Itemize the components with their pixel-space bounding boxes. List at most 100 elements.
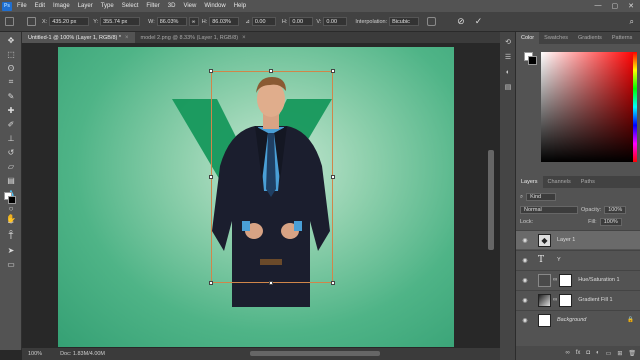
transform-tool-icon[interactable] [5, 17, 14, 26]
layer-row-layer-1[interactable]: ◉ ◆ Layer 1 [516, 230, 640, 249]
move-icon[interactable]: ✥ [4, 34, 18, 46]
vertical-scrollbar[interactable] [488, 150, 494, 250]
warp-icon[interactable] [427, 17, 437, 26]
transform-handle[interactable] [331, 69, 335, 73]
menu-type[interactable]: Type [101, 3, 114, 9]
cancel-transform-icon[interactable]: ⊘ [457, 16, 465, 27]
fx-icon[interactable]: fx [576, 350, 581, 356]
interpolation-select[interactable]: Bicubic [389, 17, 420, 26]
tab-paths[interactable]: Paths [576, 176, 600, 188]
eye-icon[interactable]: ◉ [520, 257, 530, 264]
zoom-icon[interactable]: ⌕ [4, 226, 18, 238]
hue-slider[interactable] [633, 52, 637, 162]
close-icon[interactable]: × [125, 35, 129, 41]
width-field[interactable]: 86.03% [156, 17, 187, 26]
history-brush-icon[interactable]: ↺ [4, 146, 18, 158]
layer-row-background[interactable]: ◉ Background 🔒 [516, 310, 640, 329]
adjustment-icon[interactable]: ◐ [596, 350, 600, 356]
menu-edit[interactable]: Edit [35, 3, 45, 9]
tab-channels[interactable]: Channels [543, 176, 576, 188]
transform-handle[interactable] [209, 175, 213, 179]
layer-row-gradient-fill-1[interactable]: ◉ ∞ Gradient Fill 1 [516, 290, 640, 309]
layer-row-y[interactable]: ◉ T Y [516, 250, 640, 269]
adjustments-icon[interactable]: ◐ [503, 67, 513, 77]
link-proportions-button[interactable]: ∞ [188, 17, 199, 26]
maximize-button[interactable]: ▢ [612, 2, 619, 10]
horizontal-scrollbar[interactable] [250, 351, 380, 356]
tab-color[interactable]: Color [516, 32, 540, 44]
healing-icon[interactable]: ✚ [4, 104, 18, 116]
gradient-icon[interactable]: ▤ [4, 174, 18, 186]
menu-window[interactable]: Window [204, 3, 225, 9]
eye-icon[interactable]: ◉ [520, 317, 530, 324]
shape-icon[interactable]: ▭ [4, 258, 18, 270]
blend-mode-select[interactable]: Normal [520, 206, 578, 214]
menu-file[interactable]: File [17, 3, 27, 9]
new-layer-icon[interactable]: ⊞ [617, 350, 622, 357]
eyedropper-icon[interactable]: ✎ [4, 90, 18, 102]
background-color-swatch[interactable] [528, 56, 537, 65]
height-field[interactable]: 86.03% [209, 17, 240, 26]
document-canvas[interactable] [58, 47, 454, 347]
libraries-icon[interactable]: ▤ [503, 82, 513, 92]
transform-handle[interactable] [331, 281, 335, 285]
tab-swatches[interactable]: Swatches [539, 32, 573, 44]
transform-handle[interactable] [269, 281, 273, 285]
properties-icon[interactable]: ☰ [503, 52, 513, 62]
history-icon[interactable]: ⟲ [503, 37, 513, 47]
stamp-icon[interactable]: ⊥ [4, 132, 18, 144]
menu-filter[interactable]: Filter [146, 3, 159, 9]
layer-name[interactable]: Y [557, 257, 561, 263]
menu-select[interactable]: Select [122, 3, 139, 9]
tab-model-2[interactable]: model 2.png @ 8.33% (Layer 1, RGB/8) × [134, 32, 252, 43]
transform-handle[interactable] [331, 175, 335, 179]
tab-layers[interactable]: Layers [516, 176, 543, 188]
reference-point-icon[interactable] [27, 17, 36, 26]
close-window-button[interactable]: ✕ [628, 2, 634, 10]
tab-patterns[interactable]: Patterns [607, 32, 637, 44]
crop-icon[interactable]: ⌗ [4, 76, 18, 88]
transform-handle[interactable] [209, 69, 213, 73]
zoom-level[interactable]: 100% [28, 351, 42, 357]
eye-icon[interactable]: ◉ [520, 297, 530, 304]
transform-handle[interactable] [209, 281, 213, 285]
path-select-icon[interactable]: ➤ [4, 244, 18, 256]
layer-name[interactable]: Layer 1 [557, 237, 575, 243]
menu-view[interactable]: View [183, 3, 196, 9]
marquee-icon[interactable]: ⬚ [4, 48, 18, 60]
commit-transform-icon[interactable]: ✓ [475, 16, 483, 27]
x-field[interactable]: 435.20 px [49, 17, 90, 26]
hand-icon[interactable]: ✋ [4, 212, 18, 224]
menu-image[interactable]: Image [53, 3, 70, 9]
transform-handle[interactable] [269, 69, 273, 73]
menu-help[interactable]: Help [234, 3, 246, 9]
color-picker-field[interactable] [541, 52, 635, 162]
mask-icon[interactable]: ◘ [586, 350, 590, 356]
layer-name[interactable]: Background [557, 317, 586, 323]
menu-layer[interactable]: Layer [78, 3, 93, 9]
brush-icon[interactable]: ✐ [4, 118, 18, 130]
eraser-icon[interactable]: ▱ [4, 160, 18, 172]
search-icon[interactable]: ⌕ [630, 17, 634, 27]
opacity-field[interactable]: 100% [604, 206, 627, 214]
menu-3d[interactable]: 3D [168, 3, 176, 9]
eye-icon[interactable]: ◉ [520, 277, 530, 284]
tab-untitled-1[interactable]: Untitled-1 @ 100% (Layer 1, RGB/8) * × [22, 32, 135, 43]
fill-field[interactable]: 100% [599, 218, 622, 226]
background-color-swatch[interactable] [8, 196, 16, 204]
y-field[interactable]: 355.74 px [100, 17, 141, 26]
minimize-button[interactable]: — [595, 2, 602, 10]
trash-icon[interactable]: 🗑 [628, 350, 636, 357]
eye-icon[interactable]: ◉ [520, 237, 530, 244]
transform-bounding-box[interactable] [209, 69, 335, 285]
layer-name[interactable]: Hue/Saturation 1 [578, 277, 619, 283]
tab-gradients[interactable]: Gradients [573, 32, 607, 44]
vskew-field[interactable]: 0.00 [323, 17, 348, 26]
kind-filter-select[interactable]: Kind [526, 193, 557, 201]
layer-name[interactable]: Gradient Fill 1 [578, 297, 612, 303]
lasso-icon[interactable]: ʘ [4, 62, 18, 74]
hskew-field[interactable]: 0.00 [289, 17, 314, 26]
link-icon[interactable]: ∞ [565, 350, 569, 356]
canvas-area[interactable] [22, 43, 500, 347]
close-icon[interactable]: × [242, 35, 246, 41]
